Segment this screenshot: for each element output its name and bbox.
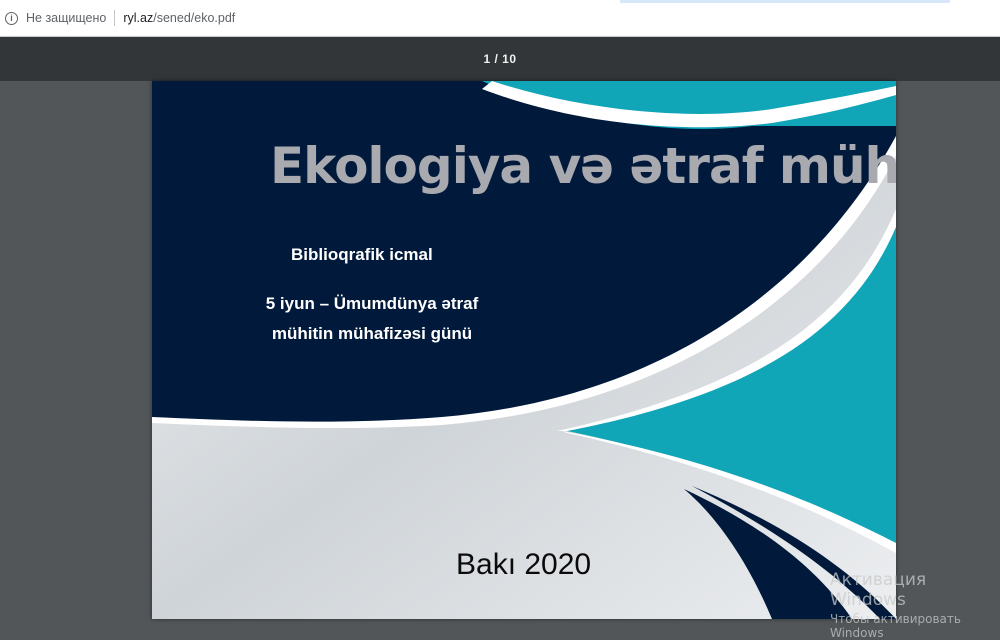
document-subtitle: Biblioqrafik icmal bbox=[291, 245, 433, 264]
pdf-viewer[interactable]: Ekologiya və ətraf mühit Biblioqrafik ic… bbox=[0, 81, 1000, 619]
page-separator: / bbox=[494, 52, 499, 66]
url-path: /sened/eko.pdf bbox=[153, 11, 236, 25]
current-page[interactable]: 1 bbox=[483, 52, 490, 66]
watermark-line-1: Активация Windows bbox=[830, 570, 927, 610]
url-field[interactable]: ryl.az/sened/eko.pdf bbox=[123, 11, 235, 25]
document-title: Ekologiya və ətraf mühit bbox=[270, 137, 896, 195]
occasion-line-1: 5 iyun – Ümumdünya ətraf bbox=[265, 294, 479, 313]
document-place-year: Bakı 2020 bbox=[456, 548, 592, 581]
info-icon[interactable]: i bbox=[5, 11, 18, 25]
browser-address-bar: i Не защищено ryl.az/sened/eko.pdf bbox=[0, 0, 1000, 37]
pdf-page: Ekologiya və ətraf mühit Biblioqrafik ic… bbox=[152, 81, 896, 619]
security-status[interactable]: Не защищено bbox=[26, 11, 106, 25]
address-separator bbox=[114, 10, 116, 26]
watermark-line-2: Чтобы активировать Windows bbox=[830, 612, 961, 640]
document-occasion: 5 iyun – Ümumdünya ətraf mühitin mühafiz… bbox=[212, 289, 532, 349]
windows-activation-watermark: Активация Windows Чтобы активировать Win… bbox=[830, 570, 1000, 640]
total-pages: 10 bbox=[502, 52, 517, 66]
url-host: ryl.az bbox=[123, 11, 154, 25]
page-indicator: 1 / 10 bbox=[483, 52, 516, 66]
pdf-toolbar: 1 / 10 bbox=[0, 37, 1000, 81]
occasion-line-2: mühitin mühafizəsi günü bbox=[271, 324, 473, 343]
tab-strip-accent bbox=[620, 0, 950, 3]
